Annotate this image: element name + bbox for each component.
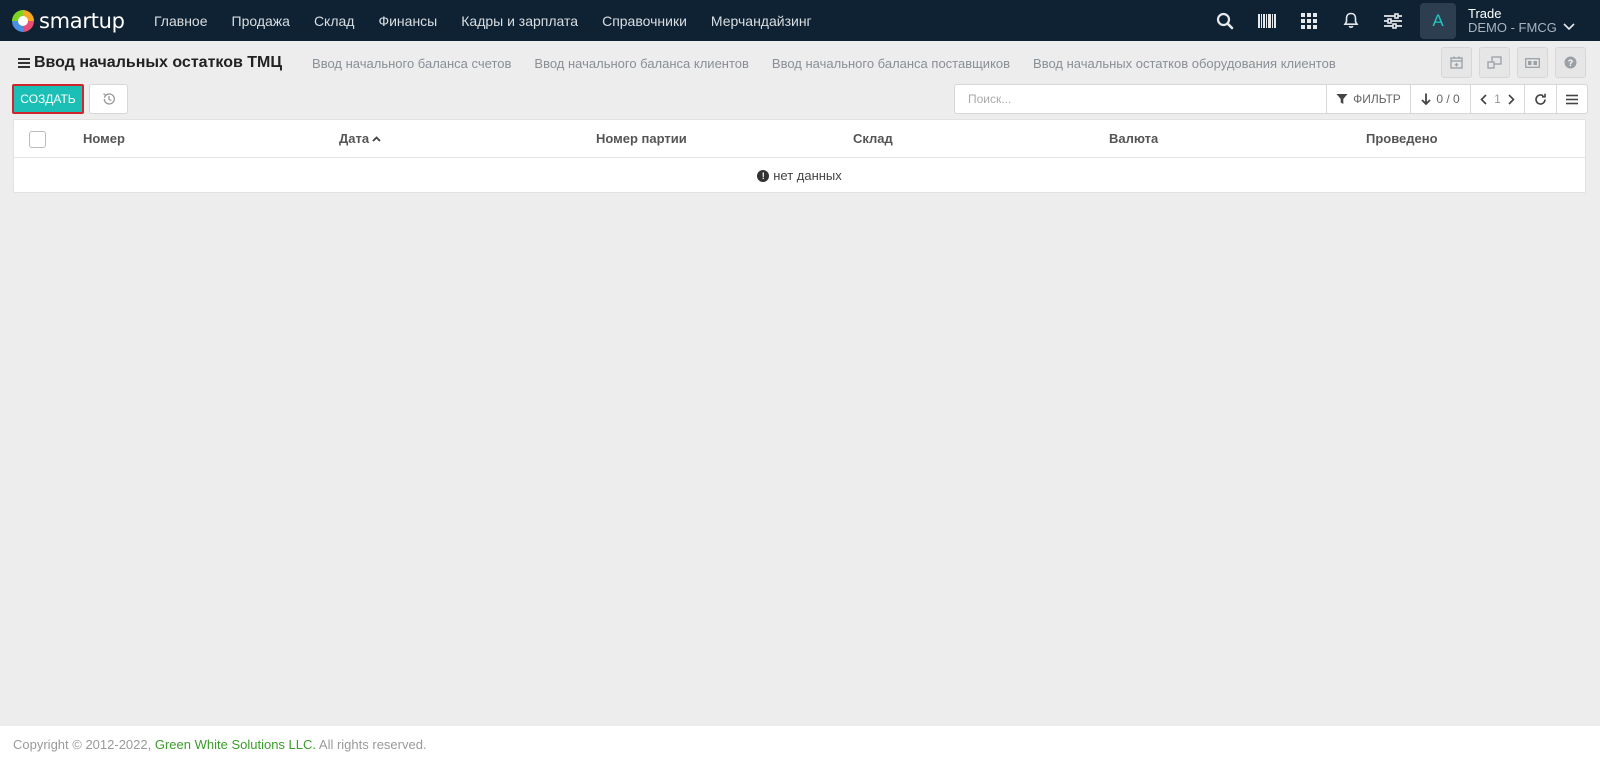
list-menu-icon — [1566, 94, 1578, 104]
history-icon — [102, 93, 115, 105]
company-name: DEMO - FMCG — [1468, 19, 1557, 35]
column-date[interactable]: Дата — [339, 131, 381, 146]
rights-text: All rights reserved. — [318, 737, 427, 752]
bell-icon[interactable] — [1330, 0, 1372, 41]
column-number-label: Номер — [83, 131, 125, 146]
column-posted-label: Проведено — [1366, 131, 1438, 146]
header-action-buttons: ? — [1441, 47, 1586, 78]
link-clients-balance[interactable]: Ввод начального баланса клиентов — [534, 56, 749, 71]
list-toolbar: СОЗДАТЬ ФИЛЬТР 0 / 0 1 — [12, 84, 1588, 115]
list-controls: ФИЛЬТР 0 / 0 1 — [954, 84, 1588, 114]
pagination: 1 — [1470, 85, 1524, 113]
column-warehouse[interactable]: Склад — [853, 131, 893, 146]
filter-icon — [1336, 94, 1348, 104]
column-warehouse-label: Склад — [853, 131, 893, 146]
sort-ascending-icon — [372, 135, 381, 142]
page-title-text: Ввод начальных остатков ТМЦ — [34, 54, 283, 71]
logo-mark-icon — [12, 9, 34, 32]
link-client-equipment[interactable]: Ввод начальных остатков оборудования кли… — [1033, 56, 1336, 71]
page-header: Ввод начальных остатков ТМЦ Ввод начальн… — [0, 44, 1600, 82]
table-header: Номер Дата Номер партии Склад Валюта Про… — [14, 120, 1585, 158]
link-accounts-balance[interactable]: Ввод начального баланса счетов — [312, 56, 511, 71]
column-number[interactable]: Номер — [83, 131, 125, 146]
calendar-icon[interactable] — [1441, 47, 1472, 78]
settings-sliders-icon[interactable] — [1372, 0, 1414, 41]
nav-item-references[interactable]: Справочники — [602, 13, 687, 29]
select-all-checkbox[interactable] — [29, 131, 46, 148]
page-number: 1 — [1494, 92, 1501, 106]
link-suppliers-balance[interactable]: Ввод начального баланса поставщиков — [772, 56, 1010, 71]
history-button[interactable] — [89, 84, 128, 114]
column-currency-label: Валюта — [1109, 131, 1159, 146]
copyright-text: Copyright © 2012-2022, — [13, 737, 152, 752]
search-icon[interactable] — [1204, 0, 1246, 41]
svg-text:?: ? — [1568, 58, 1574, 68]
user-avatar[interactable]: A — [1420, 2, 1456, 39]
nav-item-finance[interactable]: Финансы — [378, 13, 437, 29]
main-menu: Главное Продажа Склад Финансы Кадры и за… — [154, 13, 836, 29]
page-title: Ввод начальных остатков ТМЦ — [18, 54, 282, 72]
logo-text: smartup — [39, 8, 125, 33]
transfer-icon[interactable] — [1479, 47, 1510, 78]
page-footer: Copyright © 2012-2022, Green White Solut… — [0, 726, 1600, 777]
chevron-right-icon[interactable] — [1508, 93, 1515, 105]
nav-item-hr-payroll[interactable]: Кадры и зарплата — [461, 13, 578, 29]
record-count: 0 / 0 — [1436, 92, 1460, 106]
column-date-label: Дата — [339, 131, 370, 146]
menu-icon[interactable] — [18, 58, 30, 68]
column-batch-number[interactable]: Номер партии — [596, 131, 687, 146]
refresh-icon — [1535, 93, 1546, 105]
user-name: Trade — [1468, 5, 1502, 21]
account-switcher[interactable]: Trade DEMO - FMCG — [1468, 7, 1600, 34]
nav-item-main[interactable]: Главное — [154, 13, 208, 29]
documents-table: Номер Дата Номер партии Склад Валюта Про… — [13, 119, 1586, 193]
help-icon[interactable]: ? — [1555, 47, 1586, 78]
column-currency[interactable]: Валюта — [1109, 131, 1158, 146]
barcode-icon[interactable] — [1246, 0, 1288, 41]
top-actions: A Trade DEMO - FMCG — [1204, 0, 1600, 41]
apps-grid-icon[interactable] — [1288, 0, 1330, 41]
empty-state-text: нет данных — [773, 168, 842, 183]
filter-label: ФИЛЬТР — [1353, 92, 1401, 106]
columns-menu-button[interactable] — [1556, 85, 1587, 113]
sort-count-button[interactable]: 0 / 0 — [1410, 85, 1470, 113]
search-input[interactable] — [955, 85, 1326, 113]
company-link[interactable]: Green White Solutions LLC. — [155, 737, 316, 752]
related-links: Ввод начального баланса счетов Ввод нача… — [312, 56, 1359, 71]
top-navigation-bar: smartup Главное Продажа Склад Финансы Ка… — [0, 0, 1600, 41]
exclamation-circle-icon: ! — [757, 169, 770, 182]
create-button[interactable]: СОЗДАТЬ — [12, 84, 84, 114]
refresh-button[interactable] — [1524, 85, 1556, 113]
nav-item-warehouse[interactable]: Склад — [314, 13, 355, 29]
empty-state: ! нет данных — [14, 158, 1585, 193]
chevron-down-icon — [1563, 23, 1575, 31]
card-icon[interactable] — [1517, 47, 1548, 78]
arrow-down-icon — [1421, 93, 1431, 105]
nav-item-sales[interactable]: Продажа — [232, 13, 290, 29]
column-posted[interactable]: Проведено — [1366, 131, 1438, 146]
company-row: DEMO - FMCG — [1468, 19, 1600, 35]
chevron-left-icon[interactable] — [1480, 93, 1487, 105]
filter-button[interactable]: ФИЛЬТР — [1326, 85, 1410, 113]
nav-item-merchandising[interactable]: Мерчандайзинг — [711, 13, 812, 29]
app-logo[interactable]: smartup — [12, 9, 130, 33]
column-batch-number-label: Номер партии — [596, 131, 687, 146]
